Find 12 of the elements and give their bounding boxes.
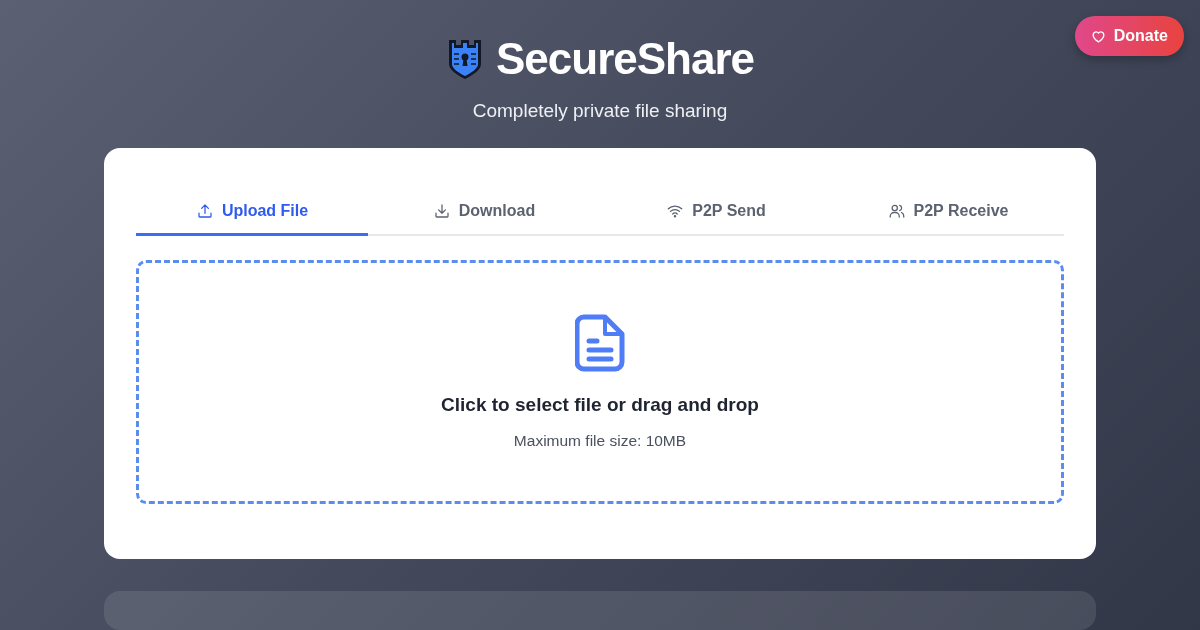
donate-button[interactable]: Donate	[1074, 16, 1184, 56]
tab[interactable]: Upload File	[136, 188, 368, 236]
tab[interactable]: P2P Receive	[832, 188, 1064, 236]
file-drop-zone[interactable]: Click to select file or drag and drop Maximum file size: 10MB	[136, 260, 1064, 504]
file-size-limit: Maximum file size: 10MB	[513, 432, 687, 450]
app-subtitle: Completely private file sharing	[472, 100, 728, 122]
document-icon	[575, 314, 625, 372]
drop-zone-title: Click to select file or drag and drop	[441, 394, 759, 416]
app-title: SecureShare	[495, 36, 755, 82]
tab[interactable]: P2P Send	[600, 188, 832, 236]
tab[interactable]: Download	[368, 188, 600, 236]
heart-icon	[1090, 28, 1106, 44]
